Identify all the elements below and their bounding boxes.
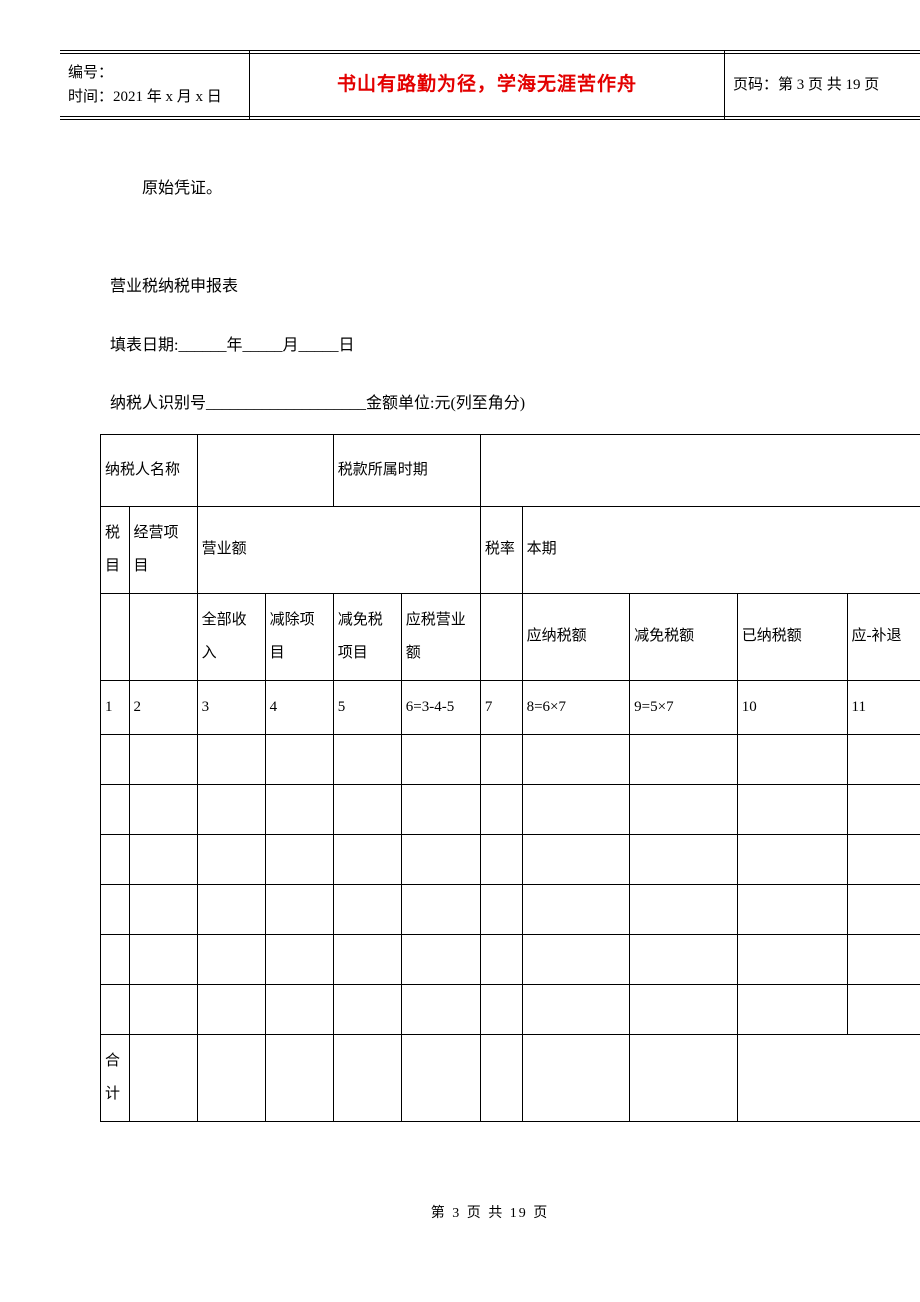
cell-col-num: 2 xyxy=(129,680,197,734)
cell-tax-item: 税目 xyxy=(101,506,130,593)
cell-tax-paid: 已纳税额 xyxy=(737,593,847,680)
cell-col-num: 5 xyxy=(333,680,401,734)
cell-col-num: 4 xyxy=(265,680,333,734)
table-row: 1 2 3 4 5 6=3-4-5 7 8=6×7 9=5×7 10 11 xyxy=(101,680,920,734)
cell-tax-period-value xyxy=(480,434,920,506)
page-footer: 第 3 页 共 19 页 xyxy=(110,1202,870,1222)
cell-empty xyxy=(129,593,197,680)
table-row-total: 合计 xyxy=(101,1034,920,1121)
header-time: 时间：2021 年 x 月 x 日 xyxy=(68,85,241,109)
cell-current-period: 本期 xyxy=(522,506,920,593)
cell-col-formula: 9=5×7 xyxy=(630,680,738,734)
cell-tax-rate: 税率 xyxy=(480,506,522,593)
table-row xyxy=(101,784,920,834)
cell-col-num: 11 xyxy=(847,680,920,734)
cell-col-num: 7 xyxy=(480,680,522,734)
text-original-voucher: 原始凭证。 xyxy=(110,170,870,208)
cell-col-num: 1 xyxy=(101,680,130,734)
table-row: 纳税人名称 税款所属时期 xyxy=(101,434,920,506)
table-row xyxy=(101,934,920,984)
header-number: 编号： xyxy=(68,61,241,85)
table-row: 税目 经营项目 营业额 税率 本期 xyxy=(101,506,920,593)
table-row xyxy=(101,834,920,884)
cell-total-label: 合计 xyxy=(101,1034,130,1121)
cell-taxable-turnover: 应税营业额 xyxy=(401,593,480,680)
cell-empty xyxy=(101,593,130,680)
fill-date-line: 填表日期:______年_____月_____日 xyxy=(110,327,870,365)
cell-empty xyxy=(480,593,522,680)
table-row xyxy=(101,734,920,784)
header-left: 编号： 时间：2021 年 x 月 x 日 xyxy=(60,51,250,119)
cell-taxpayer-name-label: 纳税人名称 xyxy=(101,434,198,506)
cell-tax-payable: 应纳税额 xyxy=(522,593,630,680)
cell-supplement-refund: 应-补退 xyxy=(847,593,920,680)
cell-col-formula: 6=3-4-5 xyxy=(401,680,480,734)
cell-deduction: 减除项目 xyxy=(265,593,333,680)
table-row xyxy=(101,884,920,934)
header-motto: 书山有路勤为径，学海无涯苦作舟 xyxy=(250,51,725,119)
table-row: 全部收入 减除项目 减免税项目 应税营业额 应纳税额 减免税额 已纳税额 应-补… xyxy=(101,593,920,680)
cell-tax-period-label: 税款所属时期 xyxy=(333,434,480,506)
cell-tax-exempt: 减免税额 xyxy=(630,593,738,680)
cell-col-formula: 8=6×7 xyxy=(522,680,630,734)
document-header: 编号： 时间：2021 年 x 月 x 日 书山有路勤为径，学海无涯苦作舟 页码… xyxy=(60,50,920,120)
table-row xyxy=(101,984,920,1034)
cell-exemption: 减免税项目 xyxy=(333,593,401,680)
cell-turnover: 营业额 xyxy=(197,506,480,593)
cell-taxpayer-name-value xyxy=(197,434,333,506)
cell-business-item: 经营项目 xyxy=(129,506,197,593)
header-page: 页码：第 3 页 共 19 页 xyxy=(725,51,920,119)
cell-col-num: 10 xyxy=(737,680,847,734)
cell-total-income: 全部收入 xyxy=(197,593,265,680)
cell-col-num: 3 xyxy=(197,680,265,734)
tax-declaration-table: 纳税人名称 税款所属时期 税目 经营项目 营业额 税率 本期 全部收入 减除项目… xyxy=(100,434,920,1122)
form-title: 营业税纳税申报表 xyxy=(110,268,870,306)
taxpayer-id-line: 纳税人识别号____________________金额单位:元(列至角分) xyxy=(110,385,870,423)
